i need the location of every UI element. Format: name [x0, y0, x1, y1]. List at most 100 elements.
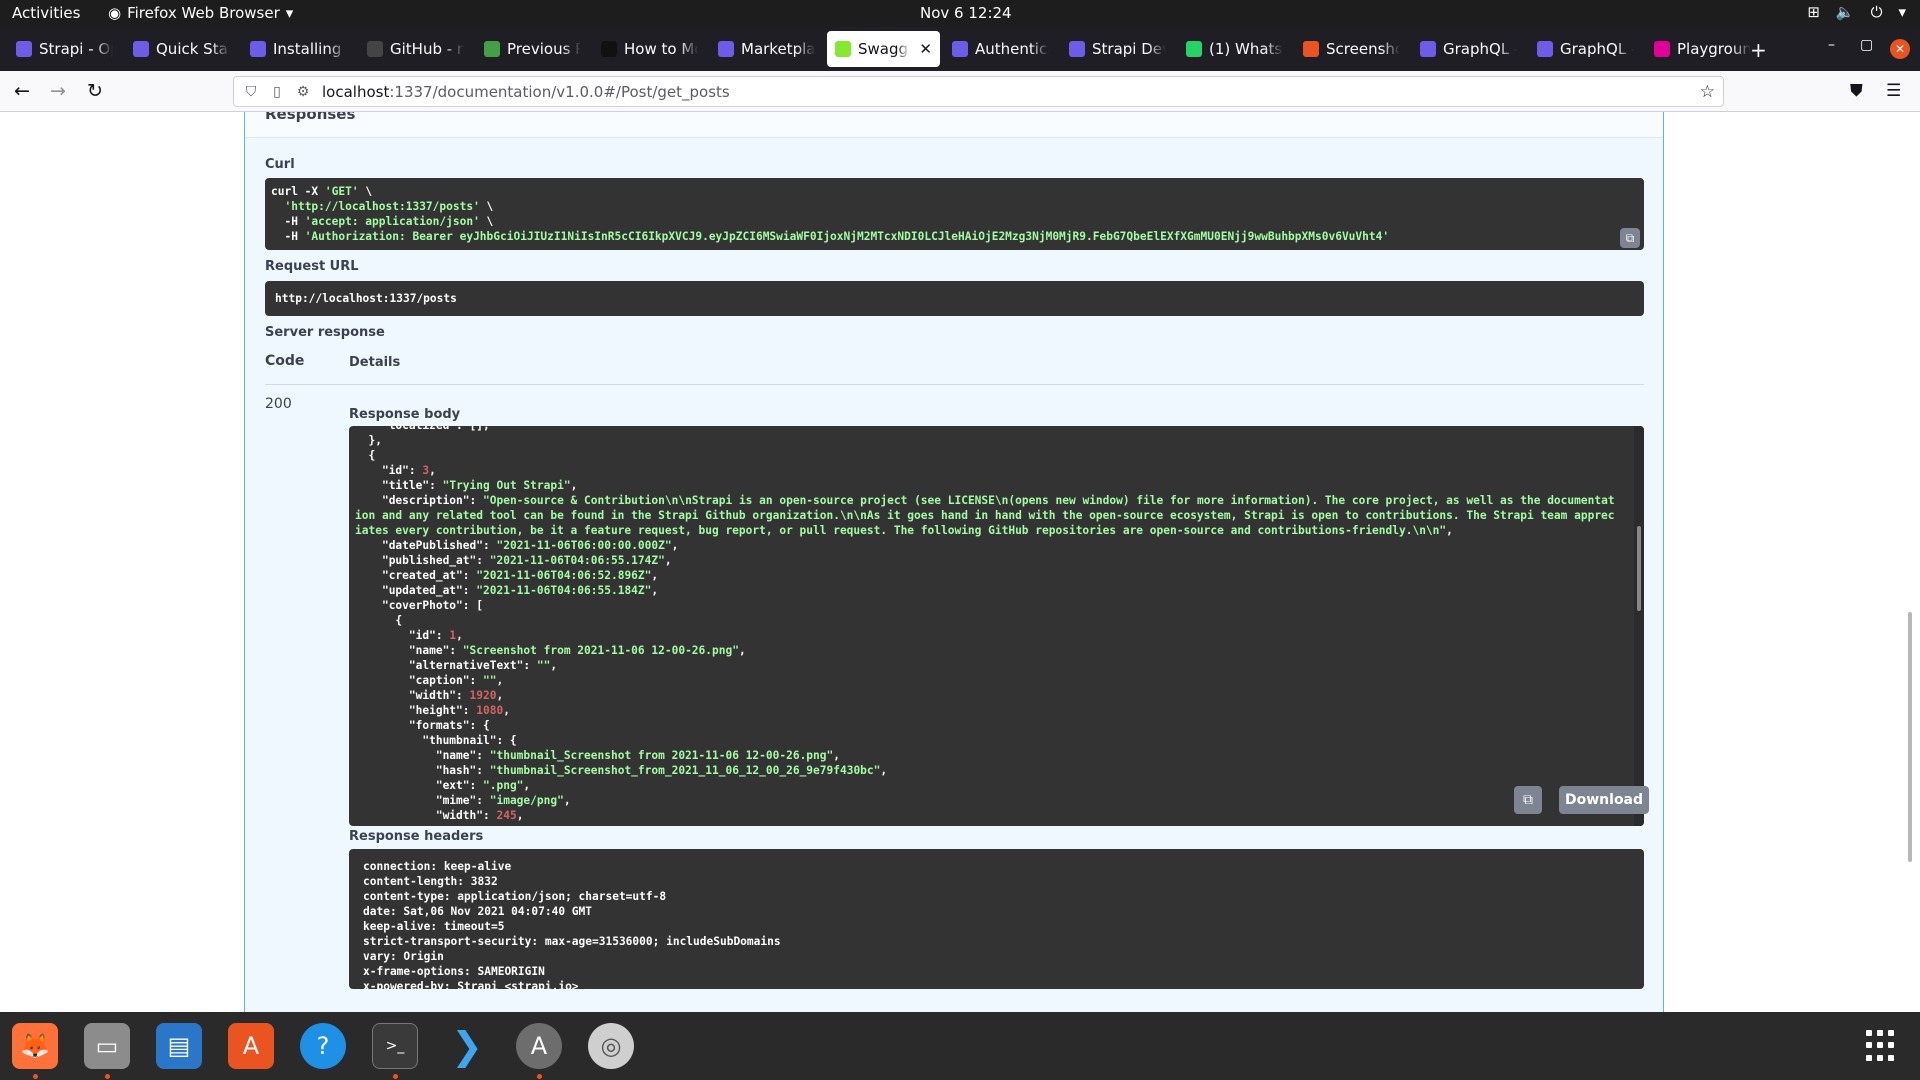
tab-4[interactable]: Previous R	[476, 31, 589, 67]
tab-8[interactable]: Authentica	[944, 31, 1057, 67]
url-path: :1337/documentation/v1.0.0#/Post/get_pos…	[389, 82, 730, 101]
tab-7[interactable]: Swagger ✕	[827, 31, 940, 67]
bookmark-star-icon[interactable]: ☆	[1700, 82, 1715, 102]
favicon-icon	[835, 41, 851, 57]
show-applications-icon[interactable]	[1866, 1030, 1898, 1062]
favicon-icon	[718, 41, 734, 57]
download-button[interactable]: Download	[1559, 786, 1650, 814]
network-icon: ⊞	[1807, 3, 1820, 21]
response-body-block[interactable]: "localized": [], }, { "id": 3, "title": …	[349, 426, 1644, 826]
tab-12[interactable]: GraphQL -	[1412, 31, 1525, 67]
forward-button[interactable]: →	[50, 80, 66, 102]
gnome-top-bar: Activities ◉ Firefox Web Browser ▾ Nov 6…	[0, 0, 1920, 27]
page-icon[interactable]: ▯	[268, 84, 286, 100]
chevron-down-icon: ▾	[285, 4, 294, 22]
clock[interactable]: Nov 6 12:24	[920, 4, 1012, 22]
tab-label: Swagger	[858, 40, 910, 58]
back-button[interactable]: ←	[14, 80, 30, 102]
permissions-icon[interactable]: ⚙	[294, 84, 312, 100]
tab-label: Playground	[1677, 40, 1751, 58]
tab-label: GitHub - n	[390, 40, 464, 58]
request-url-label: Request URL	[265, 259, 359, 274]
shield-icon[interactable]: ⛉	[242, 84, 260, 100]
tab-6[interactable]: Marketplac	[710, 31, 823, 67]
close-tab-icon[interactable]: ✕	[919, 40, 932, 58]
tab-label: Previous R	[507, 40, 581, 58]
close-window-button[interactable]: ✕	[1890, 39, 1910, 59]
restore-icon[interactable]: ▢	[1860, 37, 1873, 53]
tab-label: Installing f	[273, 40, 347, 58]
tab-3[interactable]: GitHub - n	[359, 31, 472, 67]
tab-label: Strapi Dev	[1092, 40, 1166, 58]
favicon-icon	[16, 41, 32, 57]
response-code: 200	[265, 396, 292, 412]
tab-14[interactable]: Playground	[1646, 31, 1759, 67]
favicon-icon	[367, 41, 383, 57]
favicon-icon	[1420, 41, 1436, 57]
favicon-icon	[1537, 41, 1553, 57]
system-tray[interactable]: ⊞ 🔈 ⏻ ▾	[1807, 3, 1906, 21]
page-scrollbar[interactable]	[1908, 612, 1912, 862]
favicon-icon	[133, 41, 149, 57]
vscode-icon[interactable]: ❯	[444, 1023, 490, 1069]
response-body-scrollbar[interactable]	[1634, 426, 1644, 826]
tab-0[interactable]: Strapi - Op	[8, 31, 121, 67]
chevron-down-icon: ▾	[1898, 3, 1906, 21]
app-name: Firefox Web Browser	[127, 4, 280, 22]
favicon-icon	[1654, 41, 1670, 57]
navigation-bar: ← → ↻ ⛉ ▯ ⚙ localhost:1337/documentation…	[0, 71, 1920, 112]
page-content: Responses Curl curl -X 'GET' \ 'http://l…	[0, 112, 1920, 1012]
running-indicator	[33, 1074, 38, 1079]
tab-label: GraphQL -	[1443, 40, 1517, 58]
app-menu[interactable]: ◉ Firefox Web Browser ▾	[108, 4, 293, 22]
scrollbar-thumb[interactable]	[1637, 526, 1641, 611]
curl-code-block[interactable]: curl -X 'GET' \ 'http://localhost:1337/p…	[265, 178, 1644, 250]
tab-5[interactable]: How to Mo	[593, 31, 706, 67]
tab-label: Strapi - Op	[39, 40, 113, 58]
response-body-label: Response body	[349, 407, 461, 422]
tab-label: How to Mo	[624, 40, 698, 58]
running-indicator	[393, 1074, 398, 1079]
tab-10[interactable]: (1) WhatsA	[1178, 31, 1291, 67]
curl-label: Curl	[265, 157, 295, 172]
volume-icon: 🔈	[1835, 3, 1855, 21]
terminal-icon[interactable]: >_	[372, 1023, 418, 1069]
help-icon[interactable]: ?	[300, 1023, 346, 1069]
updater-icon[interactable]: A	[516, 1023, 562, 1069]
tab-1[interactable]: Quick Star	[125, 31, 238, 67]
favicon-icon	[1303, 41, 1319, 57]
response-headers-label: Response headers	[349, 829, 484, 844]
hamburger-menu-icon[interactable]: ☰	[1886, 81, 1901, 101]
files-icon[interactable]: ▭	[84, 1023, 130, 1069]
running-indicator	[537, 1074, 542, 1079]
response-body-code: "localized": [], }, { "id": 3, "title": …	[355, 426, 1615, 822]
new-tab-button[interactable]: +	[1750, 38, 1767, 62]
firefox-icon[interactable]: 🦊	[12, 1023, 58, 1069]
running-indicator	[105, 1074, 110, 1079]
response-headers-block[interactable]: connection: keep-alive content-length: 3…	[349, 849, 1644, 989]
url-host: localhost	[322, 82, 390, 101]
tab-label: GraphQL -	[1560, 40, 1634, 58]
disc-icon[interactable]: ◎	[588, 1023, 634, 1069]
activities-button[interactable]: Activities	[12, 4, 80, 22]
tab-label: Screenshot	[1326, 40, 1400, 58]
reload-button[interactable]: ↻	[87, 80, 103, 102]
response-headers-code: connection: keep-alive content-length: 3…	[363, 860, 781, 989]
firefox-icon: ◉	[108, 4, 122, 22]
table-divider	[265, 384, 1644, 385]
tab-11[interactable]: Screenshot	[1295, 31, 1408, 67]
writer-icon[interactable]: ▤	[156, 1023, 202, 1069]
tab-9[interactable]: Strapi Dev	[1061, 31, 1174, 67]
pocket-icon[interactable]: ⛊	[1850, 81, 1863, 101]
tab-13[interactable]: GraphQL -	[1529, 31, 1642, 67]
copy-icon[interactable]: ⧉	[1620, 228, 1640, 248]
software-icon[interactable]: A	[228, 1023, 274, 1069]
responses-header: Responses	[245, 112, 1663, 138]
tab-2[interactable]: Installing f	[242, 31, 355, 67]
minimize-icon[interactable]: –	[1828, 37, 1835, 53]
copy-response-icon[interactable]: ⧉	[1514, 786, 1542, 814]
favicon-icon	[952, 41, 968, 57]
curl-code: curl -X 'GET' \ 'http://localhost:1337/p…	[271, 185, 1390, 243]
url-bar[interactable]: ⛉ ▯ ⚙ localhost:1337/documentation/v1.0.…	[233, 76, 1724, 107]
tab-label: Marketplac	[741, 40, 815, 58]
